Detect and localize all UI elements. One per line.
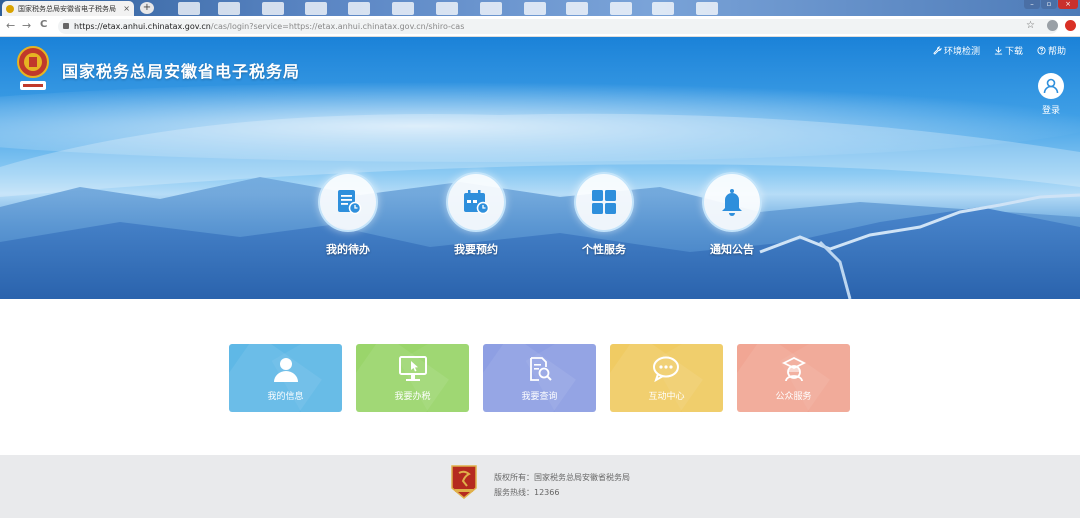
card-tax-handling-label: 我要办税 [394,392,431,402]
wrench-icon [933,46,942,55]
background-window-icon [652,2,674,15]
site-title: 国家税务总局安徽省电子税务局 [62,62,301,81]
background-window-icon [566,2,588,15]
feature-appointment[interactable]: 我要预约 [436,172,516,257]
todo-icon [318,172,378,232]
extension-icon[interactable] [1065,20,1076,31]
feature-notice-label: 通知公告 [710,243,754,256]
card-my-info-label: 我的信息 [267,392,304,402]
help-label: 帮助 [1047,47,1066,57]
download-icon [994,46,1003,55]
browser-tabstrip: 国家税务总局安徽省电子税务局 × + – ▫ × [0,0,1080,16]
user-avatar-icon [1038,73,1064,99]
help-link[interactable]: 帮助 [1037,44,1066,57]
browser-tab-title: 国家税务总局安徽省电子税务局 [18,4,116,13]
search-doc-icon [483,354,596,384]
window-maximize-button[interactable]: ▫ [1041,0,1057,9]
calendar-icon [446,172,506,232]
address-bar[interactable]: https://etax.anhui.chinatax.gov.cn/cas/l… [58,19,1058,34]
copyright-text: 版权所有：国家税务总局安徽省税务局 [494,473,630,482]
background-window-icon [218,2,240,15]
card-public-service[interactable]: 公众服务 [737,344,850,412]
download-link[interactable]: 下载 [994,44,1023,57]
help-icon [1037,46,1046,55]
card-public-service-label: 公众服务 [775,392,812,402]
monitor-icon [356,354,469,384]
tax-emblem-logo [14,45,52,95]
env-check-label: 环境检测 [943,47,980,57]
card-tax-handling[interactable]: 我要办税 [356,344,469,412]
reload-button[interactable]: C [40,19,47,30]
lock-icon [63,23,69,29]
party-emblem-badge [450,464,478,504]
service-icon [737,354,850,384]
profile-icon[interactable] [1047,20,1058,31]
window-minimize-button[interactable]: – [1024,0,1040,9]
footer: 版权所有：国家税务总局安徽省税务局 服务热线：12366 [0,455,1080,518]
back-button[interactable]: ← [6,19,15,32]
hero-banner: 国家税务总局安徽省电子税务局 环境检测 下载 帮助 登录 我的待办 我要预约 个… [0,37,1080,299]
top-links: 环境检测 下载 帮助 [933,44,1066,57]
hotline-text: 服务热线：12366 [494,488,560,497]
background-window-icon [178,2,200,15]
feature-personal-service-label: 个性服务 [582,243,626,256]
browser-tab[interactable]: 国家税务总局安徽省电子税务局 × [2,1,134,16]
card-my-info[interactable]: 我的信息 [229,344,342,412]
background-window-icon [262,2,284,15]
background-window-icon [436,2,458,15]
favicon-icon [6,4,14,13]
feature-todo[interactable]: 我的待办 [308,172,388,257]
background-window-icon [305,2,327,15]
tab-close-icon[interactable]: × [123,4,130,13]
window-close-button[interactable]: × [1058,0,1078,9]
grid-icon [574,172,634,232]
new-tab-button[interactable]: + [140,2,154,14]
download-label: 下载 [1004,47,1023,57]
background-window-icon [610,2,632,15]
feature-todo-label: 我的待办 [326,243,370,256]
card-interaction-center[interactable]: 互动中心 [610,344,723,412]
url-path: /cas/login?service=https://etax.anhui.ch… [210,22,465,31]
footer-text: 版权所有：国家税务总局安徽省税务局 服务热线：12366 [494,470,630,500]
login-button[interactable]: 登录 [1036,73,1066,116]
bell-icon [702,172,762,232]
card-interaction-center-label: 互动中心 [648,392,685,402]
feature-personal-service[interactable]: 个性服务 [564,172,644,257]
chat-icon [610,354,723,384]
background-window-icon [696,2,718,15]
bookmark-star-icon[interactable]: ☆ [1026,20,1035,31]
background-window-icon [348,2,370,15]
card-query-label: 我要查询 [521,392,558,402]
browser-toolbar: ← → C https://etax.anhui.chinatax.gov.cn… [0,16,1080,37]
background-window-icon [480,2,502,15]
feature-notice[interactable]: 通知公告 [692,172,772,257]
card-query[interactable]: 我要查询 [483,344,596,412]
login-label: 登录 [1041,106,1060,116]
service-cards: 我的信息 我要办税 我要查询 互动中心 公众服务 [229,344,850,412]
page: 国家税务总局安徽省电子税务局 × + – ▫ × ← → C https://e… [0,0,1080,518]
url-host: https://etax.anhui.chinatax.gov.cn [74,22,211,31]
background-window-icon [392,2,414,15]
feature-appointment-label: 我要预约 [454,243,498,256]
env-check-link[interactable]: 环境检测 [933,44,980,57]
user-icon [229,354,342,384]
background-window-icon [524,2,546,15]
forward-button[interactable]: → [22,19,31,32]
